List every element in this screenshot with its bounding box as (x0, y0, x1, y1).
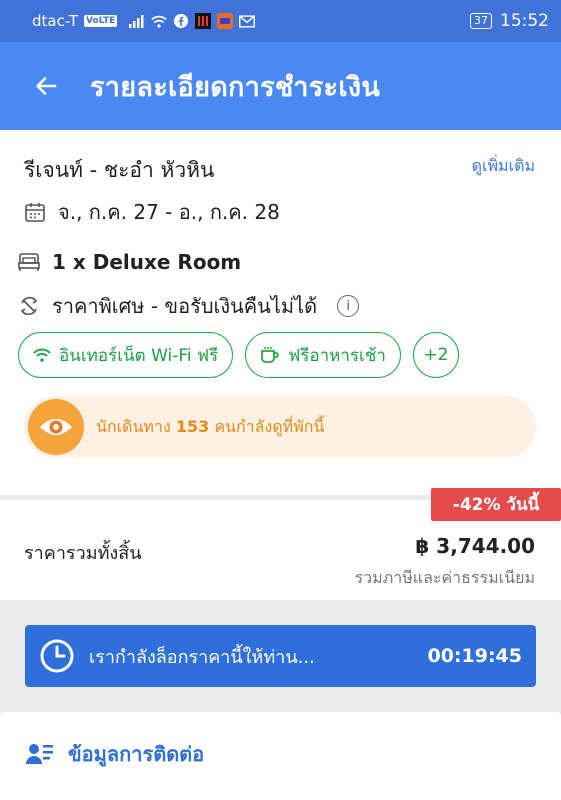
booking-summary-card: รีเจนท์ - ชะอำ หัวหิน ดูเพิ่มเติม จ., ก.… (0, 130, 561, 495)
bed-icon (18, 253, 40, 271)
see-more-link[interactable]: ดูเพิ่มเติม (472, 154, 535, 179)
wifi-icon (33, 348, 51, 362)
status-icons (129, 13, 256, 29)
discount-badge: -42% วันนี้ (431, 488, 561, 521)
page-title: รายละเอียดการชำระเงิน (90, 71, 381, 103)
amenity-chip-more[interactable]: +2 (412, 332, 459, 378)
viewers-prefix: นักเดินทาง (96, 416, 176, 436)
app-notification-icon (195, 13, 212, 29)
amenity-chips: อินเทอร์เน็ต Wi-Fi ฟรี ฟรีอาหารเช้า +2 (18, 332, 459, 378)
rate-info: ราคาพิเศษ - ขอรับเงินคืนไม่ได้ i (18, 290, 360, 322)
status-right: 37 15:52 (470, 11, 549, 31)
app-bar: รายละเอียดการชำระเงิน (0, 42, 561, 130)
facebook-icon (173, 14, 189, 28)
amenity-more-count: +2 (423, 345, 449, 365)
amenity-chip-wifi[interactable]: อินเทอร์เน็ต Wi-Fi ฟรี (18, 332, 234, 378)
shopping-app-icon (217, 13, 234, 29)
total-price-value: ฿ 3,744.00 (415, 534, 535, 558)
stay-dates: จ., ก.ค. 27 - อ., ก.ค. 28 (24, 196, 280, 228)
total-price-label: ราคารวมทั้งสิ้น (24, 543, 142, 564)
price-lock-text: เรากำลังล็อกราคานี้ให้ท่าน... (89, 646, 315, 668)
carrier-name: dtac-T (32, 12, 79, 30)
clock-time: 15:52 (500, 11, 549, 31)
contact-info-label: ข้อมูลการติดต่อ (68, 742, 205, 766)
amenity-label-breakfast: ฟรีอาหารเช้า (288, 345, 386, 366)
back-arrow-icon (36, 77, 57, 95)
stay-dates-text: จ., ก.ค. 27 - อ., ก.ค. 28 (58, 200, 280, 224)
battery-icon: 37 (470, 13, 492, 29)
viewers-banner: นักเดินทาง 153 คนกำลังดูที่พักนี้ (24, 396, 536, 458)
room-info: 1 x Deluxe Room (18, 250, 241, 274)
contact-info-section[interactable]: ข้อมูลการติดต่อ (26, 738, 204, 770)
price-card: -42% วันนี้ ราคารวมทั้งสิ้น ฿ 3,744.00 ร… (0, 488, 561, 600)
amenity-chip-breakfast[interactable]: ฟรีอาหารเช้า (245, 332, 401, 378)
room-type: 1 x Deluxe Room (52, 250, 242, 274)
signal-icon (129, 14, 145, 28)
status-bar: dtac-T VoLTE 37 15:52 (0, 0, 561, 42)
refund-icon (20, 296, 38, 316)
eye-icon (28, 399, 84, 455)
mail-icon (239, 14, 256, 28)
coffee-cup-icon (261, 347, 280, 363)
hotel-name: รีเจนท์ - ชะอำ หัวหิน (24, 158, 215, 182)
viewers-suffix: คนกำลังดูที่พักนี้ (209, 416, 325, 436)
viewers-text: นักเดินทาง 153 คนกำลังดูที่พักนี้ (96, 415, 324, 440)
calendar-icon (25, 203, 45, 222)
info-icon[interactable]: i (337, 295, 360, 317)
clock-icon (40, 639, 74, 673)
countdown-timer: 00:19:45 (427, 645, 522, 667)
volte-badge: VoLTE (84, 15, 118, 27)
viewers-count: 153 (175, 416, 210, 436)
contact-card: ข้อมูลการติดต่อ (0, 712, 561, 800)
tax-note: รวมภาษีและค่าธรรมเนียม (354, 568, 535, 587)
wifi-icon (151, 14, 167, 28)
amenity-label-wifi: อินเทอร์เน็ต Wi-Fi ฟรี (59, 345, 219, 366)
back-button[interactable] (28, 68, 64, 104)
rate-policy: ราคาพิเศษ - ขอรับเงินคืนไม่ได้ (52, 294, 318, 318)
price-lock-banner: เรากำลังล็อกราคานี้ให้ท่าน... 00:19:45 (25, 625, 536, 687)
carrier-info: dtac-T VoLTE (32, 12, 118, 30)
contact-card-icon (26, 744, 53, 764)
